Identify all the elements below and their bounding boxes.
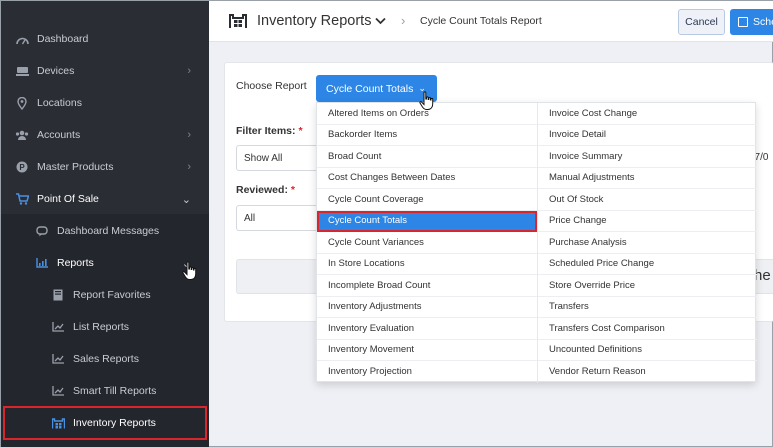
breadcrumb: Cycle Count Totals Report	[420, 15, 542, 27]
menu-item[interactable]: Uncounted Definitions	[538, 340, 757, 361]
devices-icon	[15, 64, 29, 78]
menu-item[interactable]: Inventory Evaluation	[317, 318, 537, 340]
sidebar-item-label: Point Of Sale	[37, 193, 99, 205]
menu-item[interactable]: Vendor Return Reason	[538, 361, 757, 383]
menu-item[interactable]: Cycle Count Coverage	[317, 189, 537, 211]
sidebar-item-dashboard[interactable]: Dashboard	[1, 23, 209, 55]
menu-item[interactable]: Scheduled Price Change	[538, 254, 757, 275]
line-chart-icon	[51, 384, 65, 398]
accounts-icon	[15, 128, 29, 142]
sidebar-item-label: List Reports	[73, 321, 130, 333]
filter-items-label-text: Filter Items:	[236, 125, 296, 137]
sidebar-item-reports[interactable]: Reports ⌄	[1, 247, 209, 279]
dashboard-icon	[15, 32, 29, 46]
sidebar-item-label: Smart Till Reports	[73, 385, 157, 397]
sidebar-item-label: Master Products	[37, 161, 114, 173]
reviewed-label-text: Reviewed:	[236, 184, 288, 196]
choose-report-label: Choose Report	[236, 80, 307, 92]
menu-item-selected[interactable]: Cycle Count Totals	[317, 210, 537, 232]
menu-item[interactable]: Broad Count	[317, 146, 537, 168]
hand-cursor-icon	[419, 91, 434, 110]
filter-items-label: Filter Items: *	[236, 125, 303, 137]
master-products-icon: P	[15, 160, 29, 174]
cart-icon	[15, 192, 29, 206]
menu-item[interactable]: Inventory Movement	[317, 340, 537, 361]
cancel-button[interactable]: Cancel	[678, 9, 725, 35]
menu-item[interactable]: Manual Adjustments	[538, 168, 757, 189]
highlight-box	[3, 406, 207, 440]
info-panel-right: he	[756, 259, 773, 294]
required-mark: *	[298, 125, 303, 137]
reviewed-label: Reviewed: *	[236, 184, 295, 196]
menu-item[interactable]: Out Of Stock	[538, 189, 757, 211]
menu-item[interactable]: Invoice Detail	[538, 125, 757, 146]
calendar-icon	[738, 17, 748, 27]
menu-item[interactable]: Invoice Cost Change	[538, 103, 757, 125]
selected-report-label: Cycle Count Totals	[326, 82, 414, 95]
menu-item[interactable]: Purchase Analysis	[538, 232, 757, 254]
chart-icon	[35, 256, 49, 270]
sidebar-item-report-favorites[interactable]: Report Favorites	[1, 279, 209, 311]
filter-items-value: Show All	[244, 152, 283, 164]
menu-item[interactable]: Backorder Items	[317, 125, 537, 146]
chevron-right-icon: ›	[187, 65, 191, 77]
chevron-right-icon: ›	[187, 161, 191, 173]
warehouse-icon	[229, 14, 247, 28]
menu-item[interactable]: Price Change	[538, 211, 757, 232]
sidebar-item-list-reports[interactable]: List Reports	[1, 311, 209, 343]
chevron-right-icon: ›	[187, 129, 191, 141]
sidebar-item-dashboard-messages[interactable]: Dashboard Messages	[1, 215, 209, 247]
sidebar-item-label: Reports	[57, 257, 94, 269]
sidebar-item-label: Sales Reports	[73, 353, 139, 365]
menu-item[interactable]: Inventory Adjustments	[317, 297, 537, 318]
messages-icon	[35, 224, 49, 238]
sidebar-item-label: Devices	[37, 65, 75, 77]
line-chart-icon	[51, 352, 65, 366]
sidebar-item-smart-till-reports[interactable]: Smart Till Reports	[1, 375, 209, 407]
sidebar-item-point-of-sale[interactable]: Point Of Sale ⌄	[1, 183, 209, 215]
sidebar-item-label: Dashboard	[37, 33, 89, 45]
reviewed-value: All	[244, 212, 256, 224]
sidebar: Dashboard Devices › Locations Accounts ›…	[1, 1, 209, 447]
menu-item[interactable]: Inventory Projection	[317, 361, 537, 383]
reviewed-select[interactable]: All	[236, 205, 316, 231]
favorites-icon	[51, 288, 65, 302]
sidebar-item-devices[interactable]: Devices ›	[1, 55, 209, 87]
info-panel	[236, 259, 316, 294]
menu-item[interactable]: Cost Changes Between Dates	[317, 168, 537, 189]
chevron-right-icon: ›	[401, 13, 406, 28]
menu-item[interactable]: Cycle Count Variances	[317, 232, 537, 254]
sidebar-item-label: Report Favorites	[73, 289, 151, 301]
hand-cursor-icon	[182, 261, 197, 280]
filter-items-select[interactable]: Show All	[236, 145, 316, 171]
sidebar-item-label: Locations	[37, 97, 82, 109]
page-title[interactable]: Inventory Reports	[257, 13, 371, 29]
menu-item[interactable]: Incomplete Broad Count	[317, 275, 537, 297]
menu-column-left: Altered Items on Orders Backorder Items …	[317, 103, 537, 383]
menu-item[interactable]: Transfers Cost Comparison	[538, 318, 757, 340]
chevron-down-icon: ⌄	[181, 193, 191, 206]
sidebar-item-label: Accounts	[37, 129, 81, 141]
svg-text:P: P	[19, 163, 25, 172]
sidebar-item-accounts[interactable]: Accounts ›	[1, 119, 209, 151]
required-mark: *	[290, 184, 295, 196]
menu-item[interactable]: Store Override Price	[538, 275, 757, 297]
menu-item[interactable]: Invoice Summary	[538, 146, 757, 168]
schedule-button[interactable]: Sche	[730, 9, 773, 35]
menu-column-right: Invoice Cost Change Invoice Detail Invoi…	[537, 103, 757, 383]
location-pin-icon	[15, 96, 29, 110]
sidebar-item-locations[interactable]: Locations	[1, 87, 209, 119]
report-dropdown-menu: Altered Items on Orders Backorder Items …	[316, 102, 757, 383]
line-chart-icon	[51, 320, 65, 334]
sidebar-item-label: Dashboard Messages	[57, 225, 160, 237]
sidebar-item-sales-reports[interactable]: Sales Reports	[1, 343, 209, 375]
menu-item[interactable]: In Store Locations	[317, 254, 537, 275]
menu-item[interactable]: Transfers	[538, 297, 757, 318]
top-header: Inventory Reports › Cycle Count Totals R…	[209, 1, 773, 42]
info-panel-text: he	[756, 267, 771, 284]
sidebar-item-master-products[interactable]: P Master Products ›	[1, 151, 209, 183]
schedule-button-label: Sche	[753, 16, 773, 28]
chevron-down-icon[interactable]	[375, 13, 386, 28]
